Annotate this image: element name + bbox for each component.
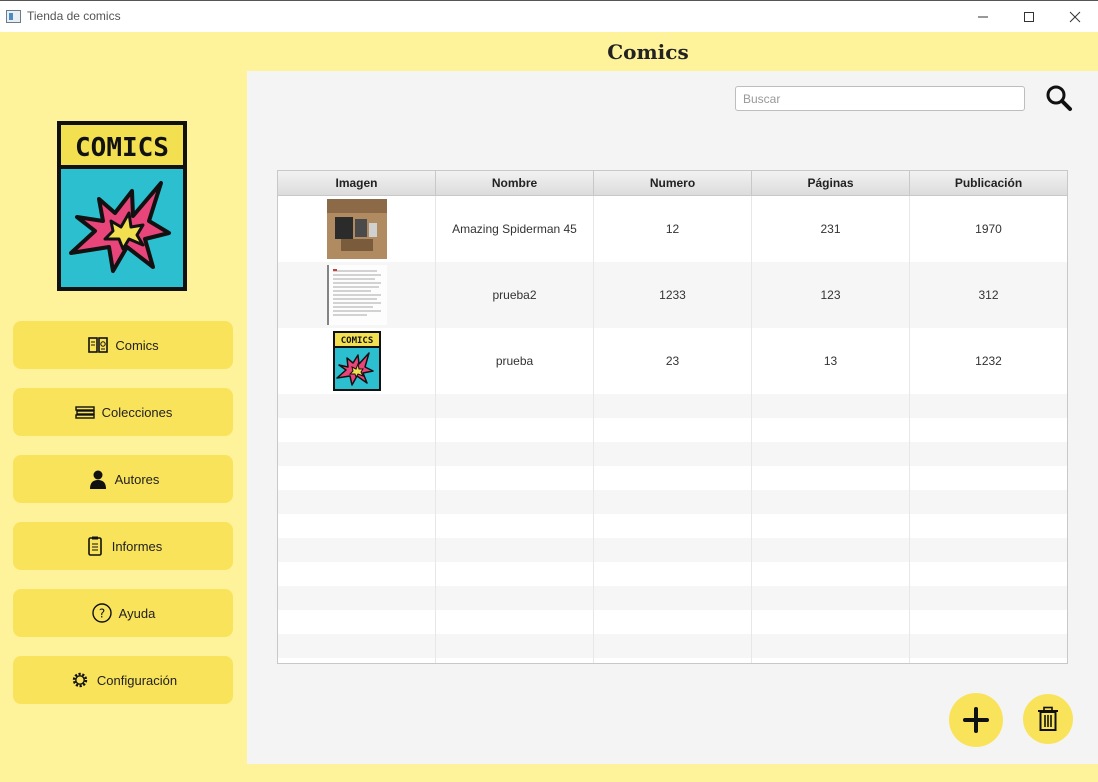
column-header-numero[interactable]: Numero bbox=[594, 171, 752, 195]
document-thumbnail bbox=[326, 265, 387, 325]
book-open-icon bbox=[88, 337, 109, 353]
search-icon bbox=[1046, 85, 1072, 111]
window-titlebar: Tienda de comics bbox=[0, 0, 1098, 32]
table-header: Imagen Nombre Numero Páginas Publicación bbox=[278, 171, 1067, 196]
photo-thumbnail bbox=[326, 199, 387, 259]
table-cell-publicacion: 312 bbox=[978, 288, 999, 302]
close-icon[interactable] bbox=[1052, 1, 1098, 33]
maximize-icon[interactable] bbox=[1006, 1, 1052, 33]
table-cell-nombre: prueba2 bbox=[436, 262, 594, 328]
sidebar-item-informes[interactable]: Informes bbox=[13, 522, 233, 570]
app-icon bbox=[6, 10, 21, 23]
sidebar-item-ayuda[interactable]: ? Ayuda bbox=[13, 589, 233, 637]
sidebar-item-label: Ayuda bbox=[118, 605, 156, 621]
column-header-nombre[interactable]: Nombre bbox=[436, 171, 594, 195]
add-comic-button[interactable] bbox=[949, 693, 1003, 747]
table-cell-paginas: 231 bbox=[752, 196, 910, 262]
svg-text:?: ? bbox=[98, 607, 104, 621]
comics-logo: COMICS bbox=[57, 121, 187, 291]
comics-table: Imagen Nombre Numero Páginas Publicación… bbox=[277, 170, 1068, 664]
column-header-publicacion[interactable]: Publicación bbox=[910, 171, 1067, 195]
empty-row bbox=[278, 538, 1067, 562]
trash-icon bbox=[1038, 706, 1058, 731]
empty-row bbox=[278, 466, 1067, 490]
table-cell-publicacion: 1232 bbox=[975, 354, 1002, 368]
window-title: Tienda de comics bbox=[27, 9, 121, 23]
table-row[interactable]: Amazing Spiderman 45 12 231 1970 bbox=[278, 196, 1067, 262]
table-row[interactable]: prueba2 1233 123 312 bbox=[278, 262, 1067, 328]
minimize-icon[interactable] bbox=[960, 1, 1006, 33]
table-row[interactable]: COMICS prueba 23 13 1232 bbox=[278, 328, 1067, 394]
main-panel: Imagen Nombre Numero Páginas Publicación… bbox=[247, 71, 1098, 764]
sidebar-item-label: Informes bbox=[111, 538, 163, 554]
sidebar-item-label: Autores bbox=[114, 471, 160, 487]
empty-row bbox=[278, 514, 1067, 538]
empty-row bbox=[278, 658, 1067, 663]
sidebar-item-label: Colecciones bbox=[101, 404, 173, 420]
column-header-paginas[interactable]: Páginas bbox=[752, 171, 910, 195]
sidebar-item-label: Configuración bbox=[96, 672, 178, 688]
gear-icon bbox=[72, 672, 88, 688]
table-cell-paginas: 123 bbox=[752, 262, 910, 328]
table-cell-nombre: prueba bbox=[436, 328, 594, 394]
empty-row bbox=[278, 490, 1067, 514]
table-cell-imagen bbox=[278, 196, 436, 262]
empty-row bbox=[278, 562, 1067, 586]
sidebar-item-configuracion[interactable]: Configuración bbox=[13, 656, 233, 704]
column-header-imagen[interactable]: Imagen bbox=[278, 171, 436, 195]
sidebar-item-label: Comics bbox=[115, 337, 159, 353]
person-icon bbox=[89, 470, 106, 489]
sidebar-item-colecciones[interactable]: Colecciones bbox=[13, 388, 233, 436]
table-cell-imagen: COMICS bbox=[278, 328, 436, 394]
thumbnail-logo-text: COMICS bbox=[340, 336, 373, 346]
sidebar-item-comics[interactable]: Comics bbox=[13, 321, 233, 369]
empty-row bbox=[278, 610, 1067, 634]
empty-row bbox=[278, 418, 1067, 442]
empty-row bbox=[278, 586, 1067, 610]
logo-text: COMICS bbox=[75, 133, 169, 163]
table-cell-publicacion: 1970 bbox=[975, 222, 1002, 236]
search-button[interactable] bbox=[1043, 82, 1075, 114]
table-cell-numero: 12 bbox=[594, 196, 752, 262]
plus-icon bbox=[963, 707, 989, 733]
comics-logo-thumbnail: COMICS bbox=[332, 331, 381, 391]
empty-row bbox=[278, 442, 1067, 466]
empty-row bbox=[278, 394, 1067, 418]
table-cell-paginas: 13 bbox=[752, 328, 910, 394]
table-cell-numero: 23 bbox=[594, 328, 752, 394]
table-cell-numero: 1233 bbox=[594, 262, 752, 328]
stack-icon bbox=[74, 406, 95, 419]
empty-row bbox=[278, 634, 1067, 658]
table-cell-nombre: Amazing Spiderman 45 bbox=[436, 196, 594, 262]
page-title: Comics bbox=[607, 40, 689, 64]
search-input[interactable] bbox=[735, 86, 1025, 111]
table-cell-imagen bbox=[278, 262, 436, 328]
sidebar-item-autores[interactable]: Autores bbox=[13, 455, 233, 503]
clipboard-icon bbox=[87, 536, 102, 556]
delete-comic-button[interactable] bbox=[1023, 694, 1073, 744]
help-icon: ? bbox=[91, 603, 112, 623]
